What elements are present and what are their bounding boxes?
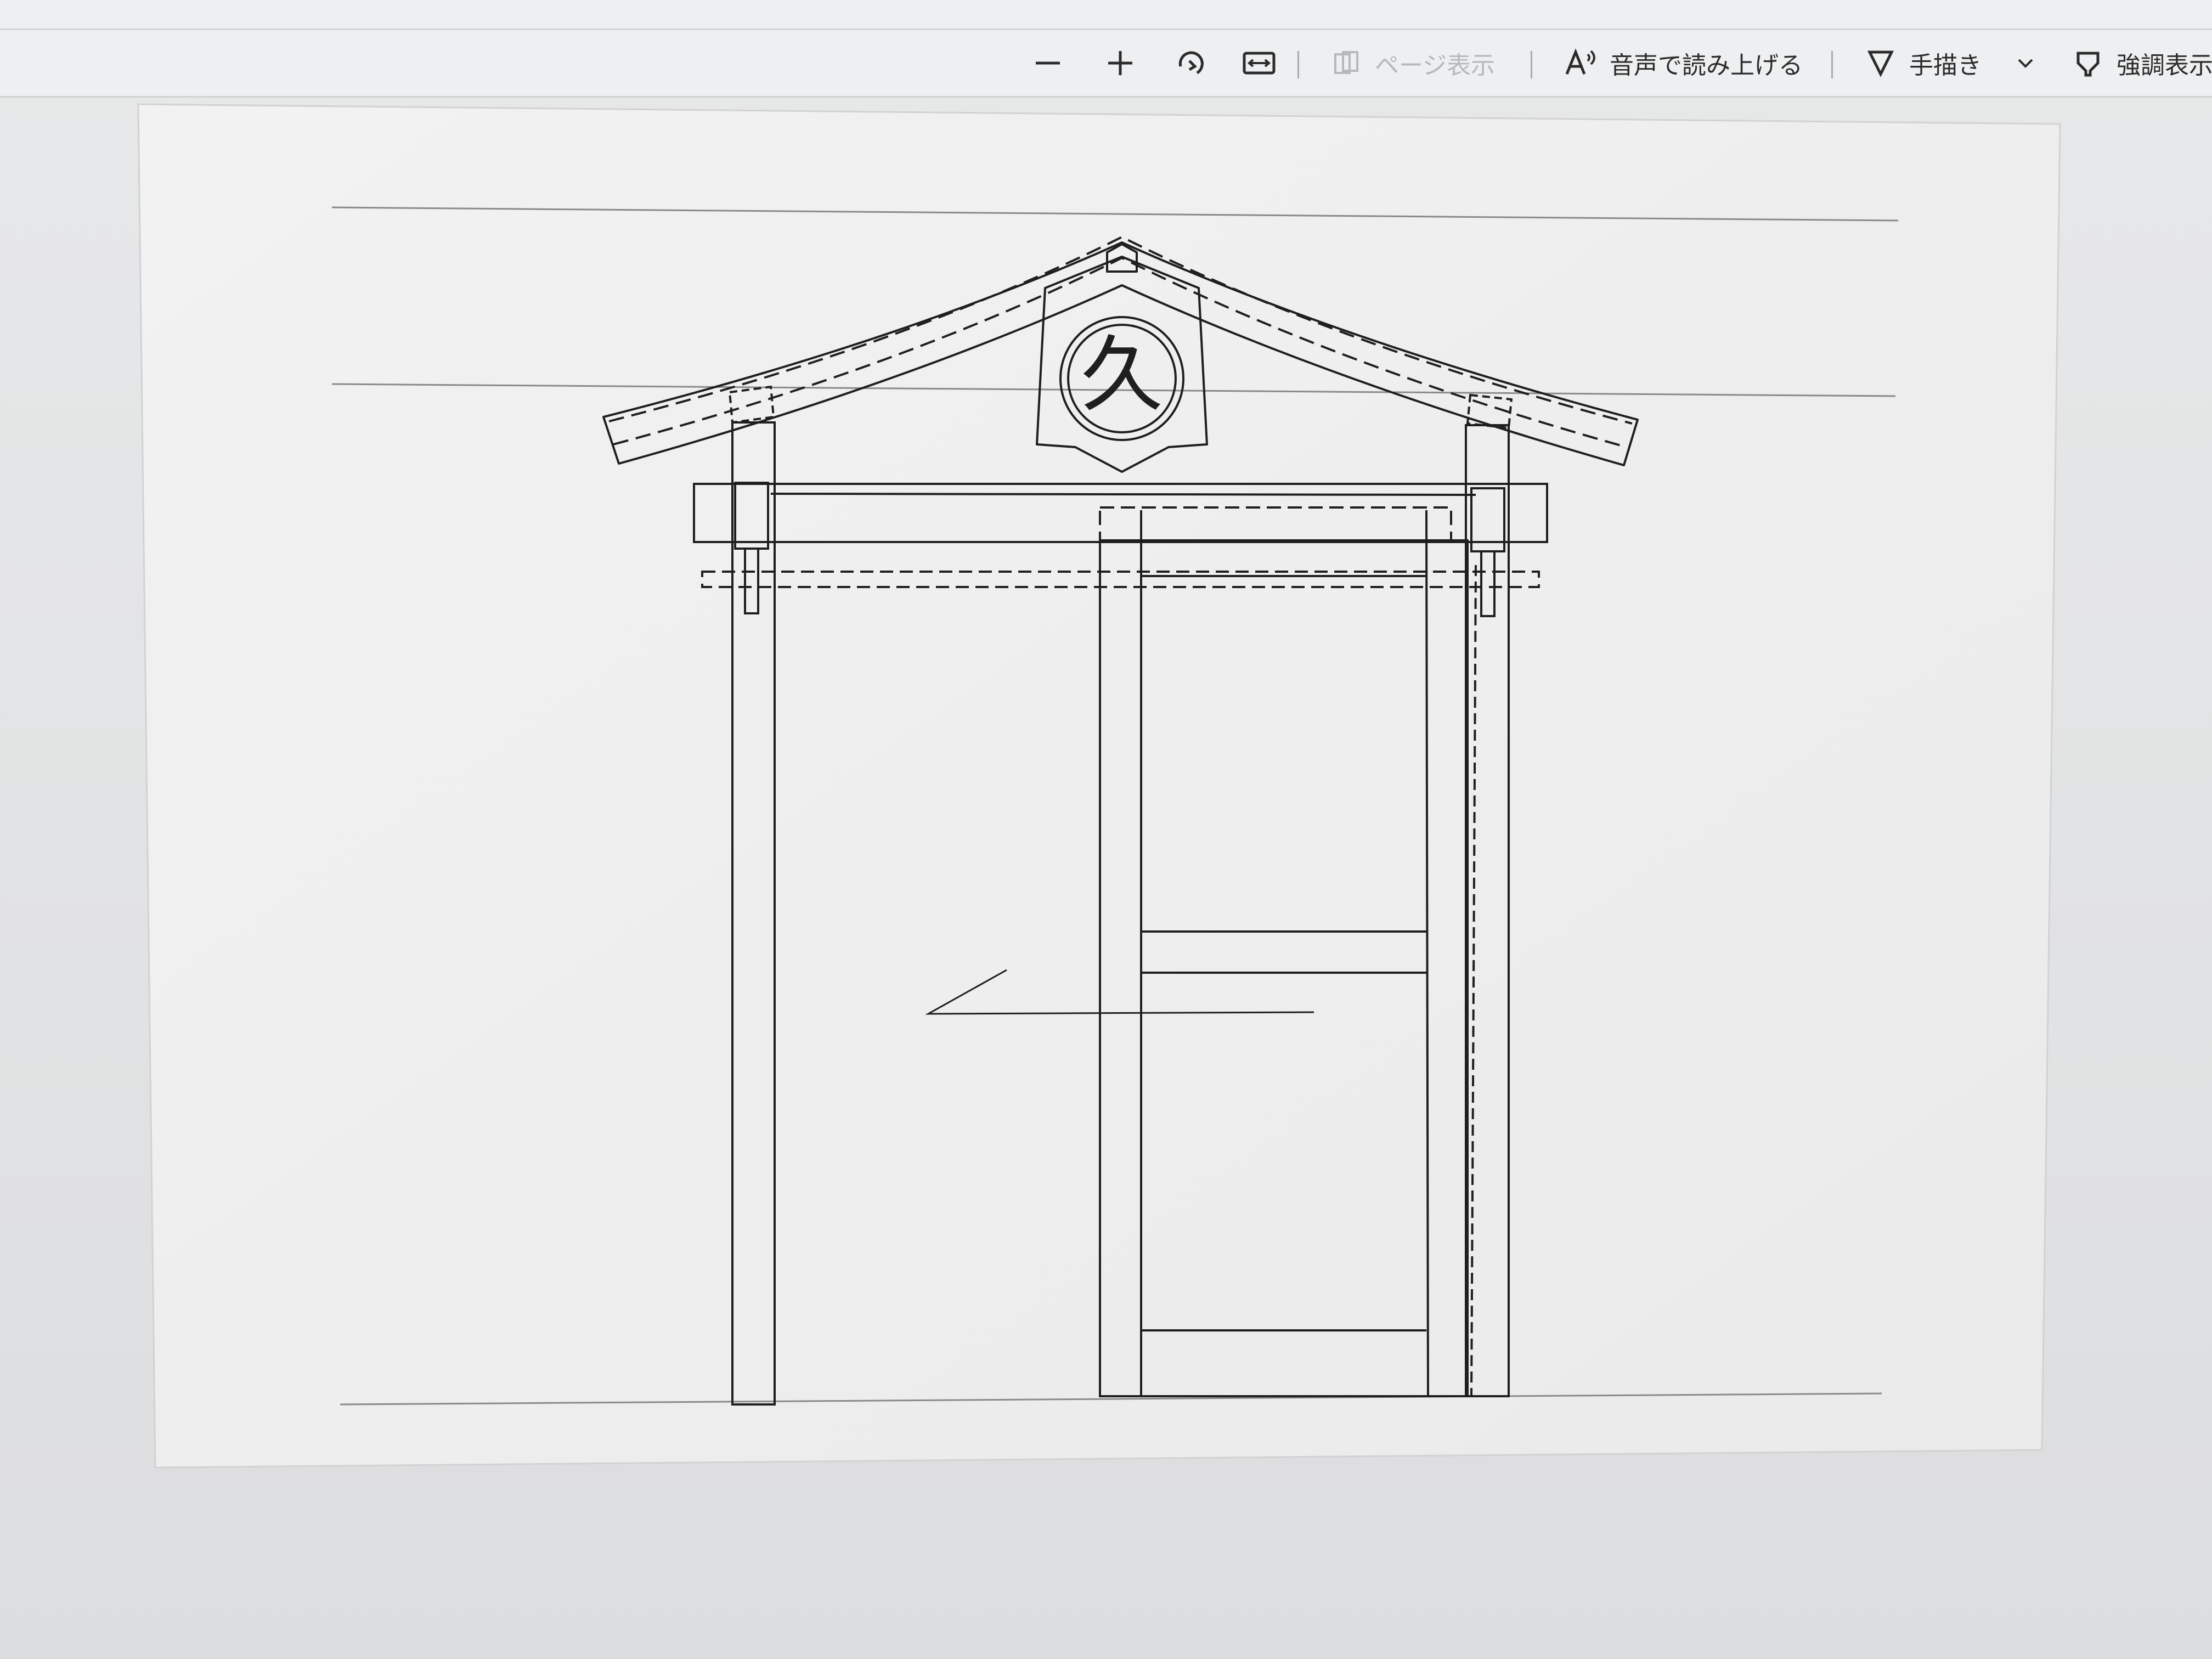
pdf-viewer-window: ページ表示 音声で読み上げる 手描き 強調表示 久 (0, 0, 2212, 1659)
tie-beam-line (770, 493, 1476, 496)
pdf-page-area: 久 (0, 0, 2212, 1659)
emblem-character: 久 (1081, 328, 1163, 423)
drawing-canvas: 久 (137, 103, 2061, 1469)
